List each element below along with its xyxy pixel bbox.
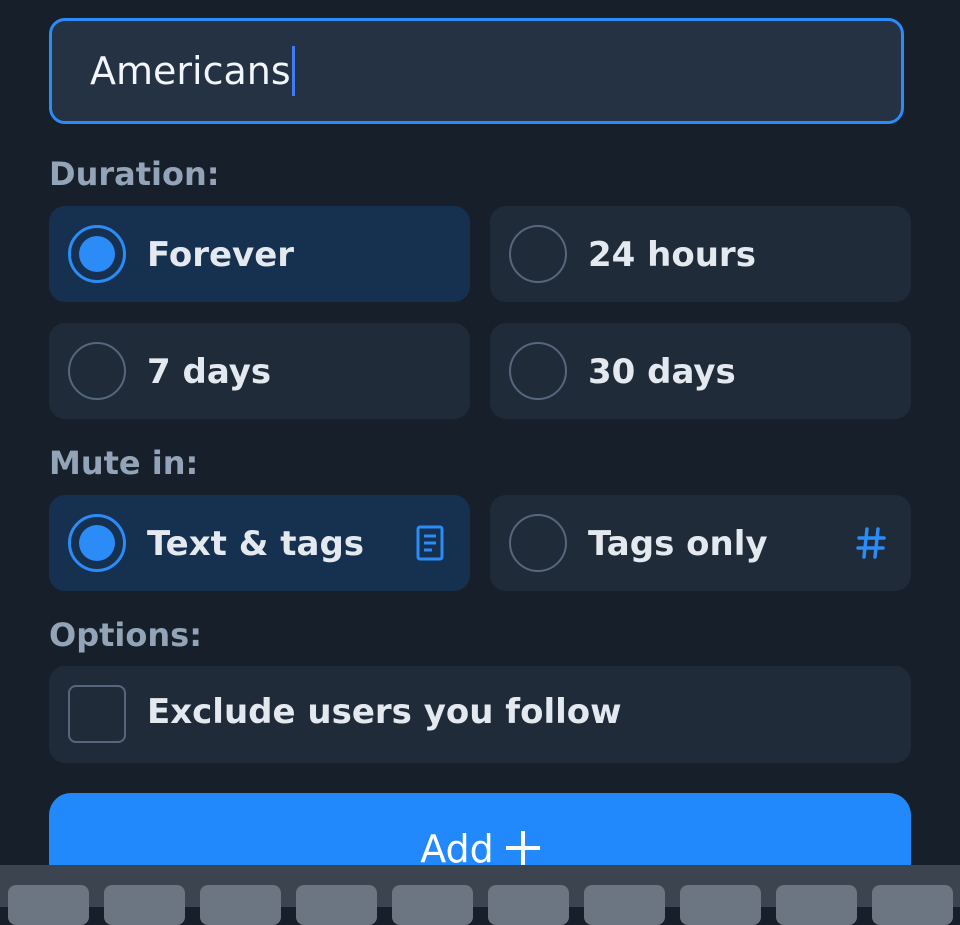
exclude-followed-users-option[interactable]: Exclude users you follow <box>49 666 911 763</box>
hashtag-icon <box>856 527 886 559</box>
mute-in-option-label: Tags only <box>588 524 768 564</box>
keyboard-key[interactable] <box>296 885 377 925</box>
radio-unselected-icon <box>68 342 126 400</box>
checkbox-unchecked-icon[interactable] <box>68 685 126 743</box>
mute-word-value: Americans <box>90 49 291 93</box>
keyboard-key[interactable] <box>584 885 665 925</box>
mute-in-option-tags-only[interactable]: Tags only <box>490 495 911 591</box>
duration-option-30-days[interactable]: 30 days <box>490 323 911 419</box>
document-icon <box>416 525 444 561</box>
exclude-followed-users-label: Exclude users you follow <box>147 692 622 732</box>
keyboard-key[interactable] <box>488 885 569 925</box>
radio-unselected-icon <box>509 342 567 400</box>
duration-option-forever[interactable]: Forever <box>49 206 470 302</box>
duration-option-label: 30 days <box>588 352 736 392</box>
keyboard-key[interactable] <box>104 885 185 925</box>
keyboard-key[interactable] <box>8 885 89 925</box>
duration-option-label: 24 hours <box>588 235 756 275</box>
radio-selected-icon <box>68 225 126 283</box>
plus-icon <box>505 831 540 865</box>
keyboard-key[interactable] <box>200 885 281 925</box>
radio-unselected-icon <box>509 514 567 572</box>
text-caret <box>291 46 295 96</box>
mute-in-heading: Mute in: <box>49 444 199 482</box>
keyboard-key[interactable] <box>680 885 761 925</box>
duration-heading: Duration: <box>49 155 220 193</box>
keyboard-key[interactable] <box>872 885 953 925</box>
keyboard-key[interactable] <box>776 885 857 925</box>
duration-option-24-hours[interactable]: 24 hours <box>490 206 911 302</box>
duration-option-label: Forever <box>147 235 295 275</box>
mute-word-input[interactable]: Americans <box>49 18 904 124</box>
options-heading: Options: <box>49 616 202 654</box>
radio-selected-icon <box>68 514 126 572</box>
on-screen-keyboard <box>0 865 960 925</box>
duration-option-7-days[interactable]: 7 days <box>49 323 470 419</box>
keyboard-key[interactable] <box>392 885 473 925</box>
mute-in-option-label: Text & tags <box>147 524 365 564</box>
radio-unselected-icon <box>509 225 567 283</box>
duration-option-label: 7 days <box>147 352 272 392</box>
mute-in-option-text-and-tags[interactable]: Text & tags <box>49 495 470 591</box>
